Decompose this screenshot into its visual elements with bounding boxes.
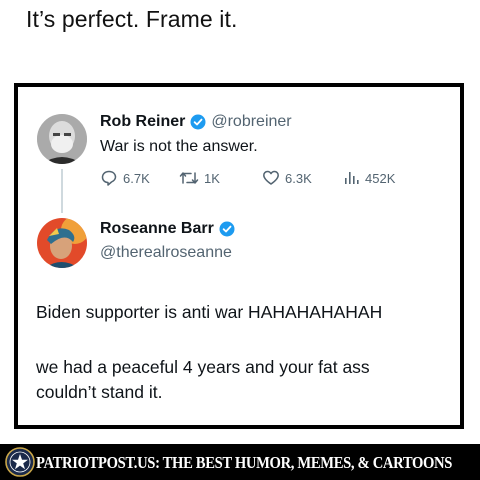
- tweet2-text-line-1: Biden supporter is anti war HAHAHAHAHAH: [36, 302, 383, 322]
- tweet1-handle[interactable]: @robreiner: [211, 113, 291, 131]
- retweet-button[interactable]: 1K: [179, 169, 262, 187]
- reply-count: 6.7K: [123, 170, 150, 186]
- tweet2-header: Roseanne Barr: [100, 220, 235, 238]
- retweet-icon: [179, 172, 199, 184]
- views-icon: [345, 172, 359, 184]
- tweet1-author-name[interactable]: Rob Reiner: [100, 113, 185, 131]
- avatar-roseanne-barr[interactable]: [37, 218, 87, 268]
- avatar-rob-reiner[interactable]: [37, 114, 87, 164]
- footer-banner: PATRIOTPOST.US: THE BEST HUMOR, MEMES, &…: [0, 444, 480, 480]
- thread-connector: [61, 169, 63, 213]
- verified-badge-icon: [190, 114, 206, 130]
- patriot-seal-icon: [5, 447, 35, 477]
- tweet1-actions: 6.7K 1K 6.3K 452K: [100, 169, 395, 187]
- like-icon: [263, 170, 279, 185]
- views-count: 452K: [365, 170, 396, 186]
- retweet-count: 1K: [204, 170, 220, 186]
- tweet1-header: Rob Reiner @robreiner: [100, 113, 292, 131]
- tweet1-text: War is not the answer.: [100, 138, 258, 155]
- tweet2-handle[interactable]: @therealroseanne: [100, 244, 232, 262]
- screenshot-frame: Rob Reiner @robreiner War is not the ans…: [14, 83, 464, 429]
- like-button[interactable]: 6.3K: [262, 169, 342, 187]
- verified-badge-icon: [219, 221, 235, 237]
- reply-icon: [101, 170, 117, 186]
- tweet2-text-line-2: we had a peaceful 4 years and your fat a…: [36, 357, 370, 377]
- meme-caption: It’s perfect. Frame it.: [26, 6, 238, 32]
- footer-banner-text[interactable]: PATRIOTPOST.US: THE BEST HUMOR, MEMES, &…: [36, 453, 452, 473]
- like-count: 6.3K: [285, 170, 312, 186]
- tweet2-text-line-3: couldn’t stand it.: [36, 382, 163, 402]
- reply-button[interactable]: 6.7K: [100, 169, 179, 187]
- views-button[interactable]: 452K: [342, 169, 395, 187]
- tweet2-author-name[interactable]: Roseanne Barr: [100, 220, 214, 238]
